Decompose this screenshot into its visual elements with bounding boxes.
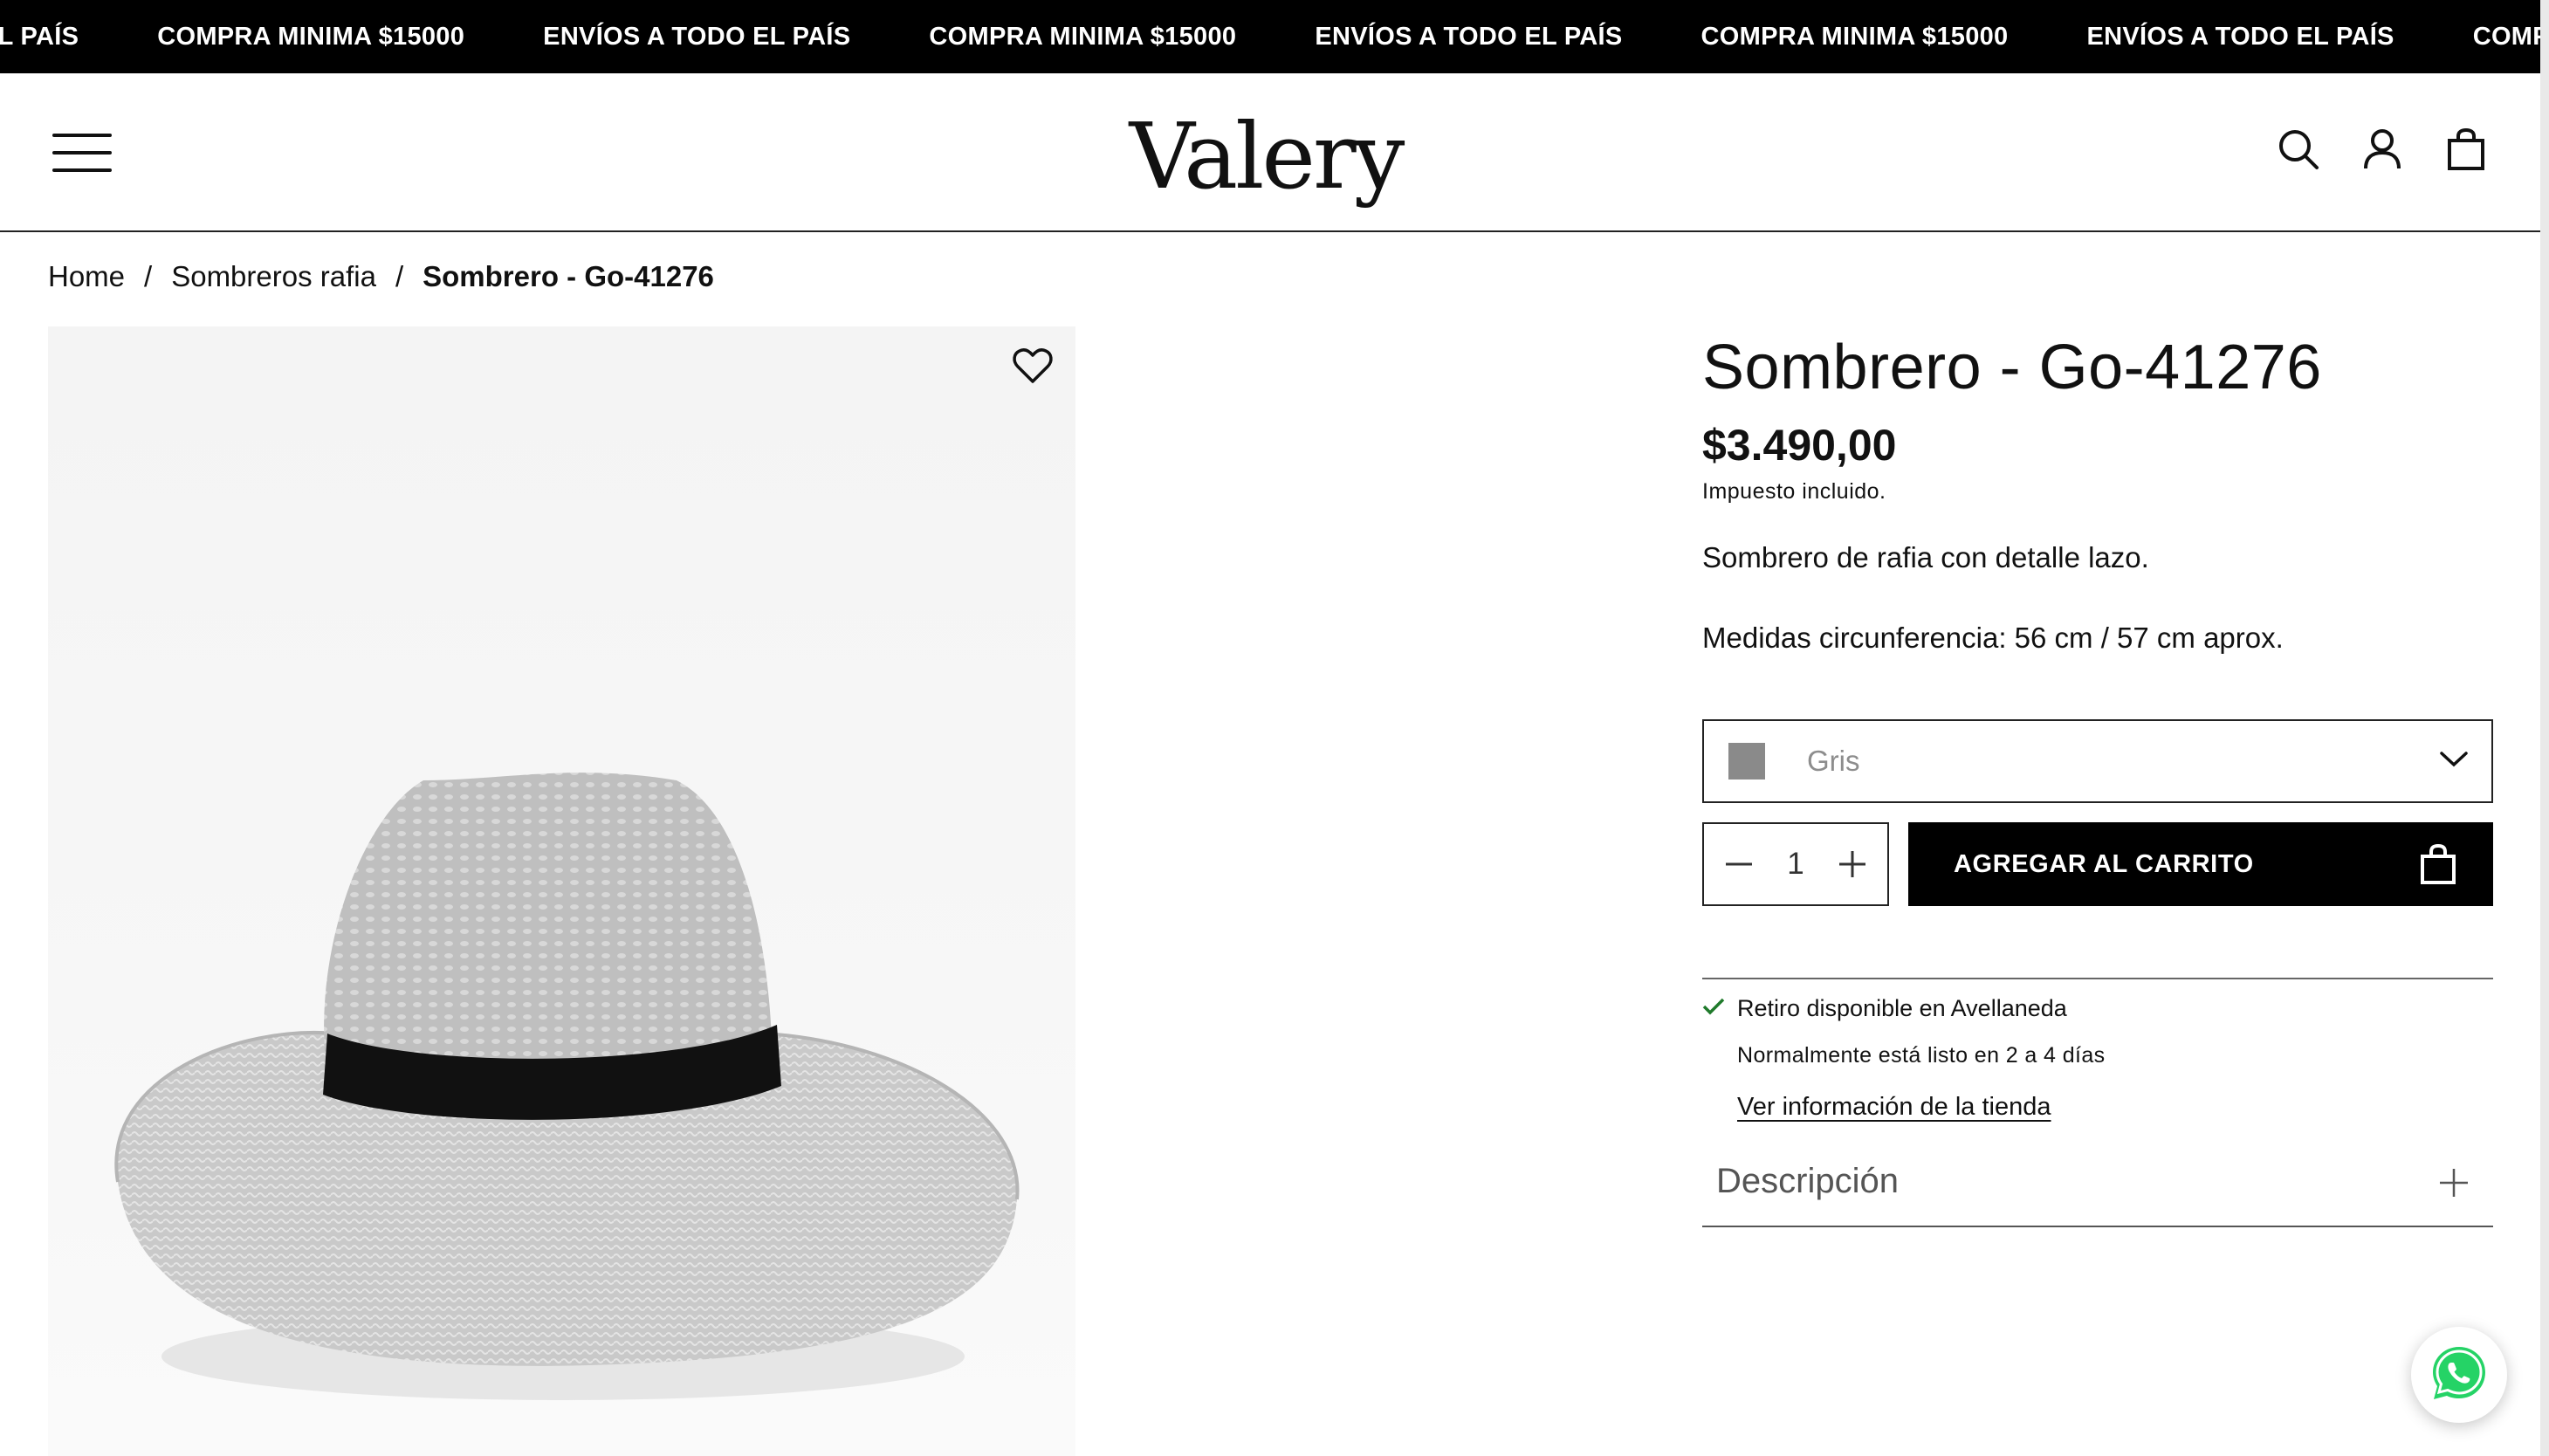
- announcement-item: COMPRA MINIMA $15000: [1700, 22, 2009, 51]
- divider: [1702, 978, 2493, 979]
- hat-image: [114, 773, 1020, 1400]
- breadcrumb-category[interactable]: Sombreros rafia: [171, 260, 376, 293]
- description-accordion[interactable]: Descripción: [1702, 1137, 2493, 1227]
- quantity-value[interactable]: 1: [1787, 847, 1804, 882]
- announcement-item: COMPRA MINIMA $15000: [929, 22, 1237, 51]
- announcement-item: EL PAÍS: [0, 22, 79, 51]
- product-title: Sombrero - Go-41276: [1702, 333, 2322, 402]
- color-select-value: Gris: [1807, 745, 1860, 777]
- product-info: Sombrero - Go-41276 $3.490,00 Impuesto i…: [1702, 332, 2493, 1227]
- logo[interactable]: Valery: [1130, 91, 1405, 222]
- product-measurements: Medidas circunferencia: 56 cm / 57 cm ap…: [1702, 621, 2284, 654]
- breadcrumb-separator: /: [144, 260, 153, 292]
- tax-note: Impuesto incluido.: [1702, 478, 1886, 504]
- menu-icon[interactable]: [52, 132, 112, 174]
- announcement-item: ENVÍOS A TODO EL PAÍS: [2086, 22, 2394, 51]
- bag-icon: [2420, 843, 2456, 892]
- color-swatch: [1728, 743, 1765, 780]
- accordion-label: Descripción: [1716, 1161, 1899, 1200]
- announcement-item: COMPRA MINIMA $15000: [157, 22, 465, 51]
- whatsapp-button[interactable]: [2411, 1327, 2507, 1423]
- product-price: $3.490,00: [1702, 420, 1897, 470]
- pickup-detail: Normalmente está listo en 2 a 4 días: [1737, 1043, 2106, 1068]
- announcement-item: COMPRA: [2472, 22, 2540, 51]
- color-select[interactable]: Gris: [1702, 719, 2493, 803]
- product-image[interactable]: [48, 326, 1075, 1456]
- breadcrumb-current: Sombrero - Go-41276: [423, 260, 714, 292]
- decrease-quantity-button[interactable]: [1714, 840, 1763, 889]
- whatsapp-icon: [2428, 1342, 2491, 1409]
- header-actions: [2275, 126, 2490, 173]
- add-to-cart-button[interactable]: AGREGAR AL CARRITO: [1908, 822, 2493, 906]
- product-description: Sombrero de rafia con detalle lazo.: [1702, 540, 2149, 573]
- heart-icon[interactable]: [1011, 344, 1055, 388]
- breadcrumb-home[interactable]: Home: [48, 260, 125, 293]
- breadcrumb-separator: /: [395, 260, 404, 292]
- plus-icon: [2439, 1168, 2469, 1202]
- announcement-item: ENVÍOS A TODO EL PAÍS: [543, 22, 851, 51]
- increase-quantity-button[interactable]: [1828, 840, 1877, 889]
- announcement-item: ENVÍOS A TODO EL PAÍS: [1315, 22, 1623, 51]
- site-header: Valery: [0, 73, 2540, 232]
- account-icon[interactable]: [2359, 126, 2406, 173]
- check-icon: [1702, 995, 1730, 1022]
- breadcrumb: Home / Sombreros rafia / Sombrero - Go-4…: [48, 260, 714, 293]
- add-to-cart-label: AGREGAR AL CARRITO: [1954, 849, 2254, 878]
- chevron-down-icon: [2439, 751, 2469, 773]
- cart-icon[interactable]: [2443, 126, 2490, 173]
- announcement-track: EL PAÍS COMPRA MINIMA $15000 ENVÍOS A TO…: [0, 0, 2540, 73]
- quantity-stepper: 1: [1702, 822, 1889, 906]
- page-scrollbar[interactable]: [2540, 0, 2549, 1456]
- search-icon[interactable]: [2275, 126, 2322, 173]
- announcement-bar: EL PAÍS COMPRA MINIMA $15000 ENVÍOS A TO…: [0, 0, 2540, 73]
- store-info-link[interactable]: Ver información de la tienda: [1737, 1093, 2051, 1122]
- pickup-availability: Retiro disponible en Avellaneda Normalme…: [1702, 995, 2493, 1122]
- pickup-status: Retiro disponible en Avellaneda: [1737, 995, 2067, 1021]
